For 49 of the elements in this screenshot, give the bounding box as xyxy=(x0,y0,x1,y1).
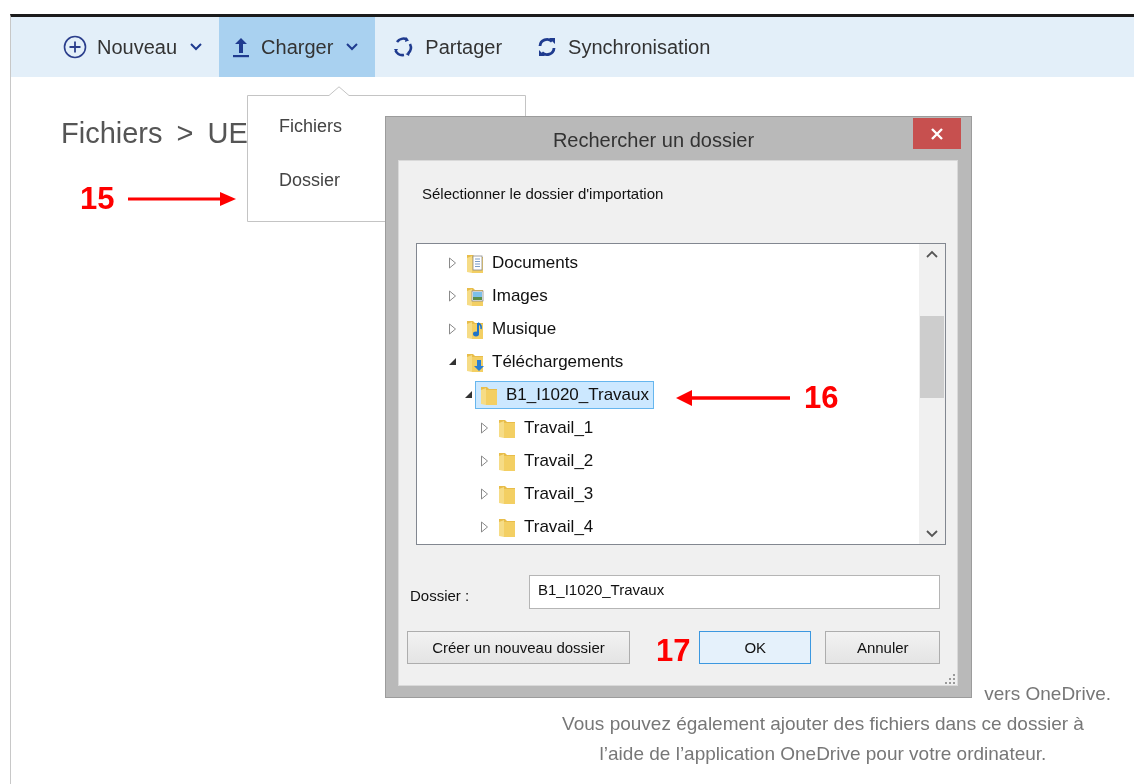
scroll-up-icon[interactable] xyxy=(926,250,938,258)
collapsed-arrow-icon[interactable] xyxy=(447,289,457,302)
breadcrumb-item[interactable]: UE xyxy=(207,117,248,150)
collapsed-arrow-icon[interactable] xyxy=(479,421,489,434)
scroll-thumb[interactable] xyxy=(920,316,944,398)
tree-item[interactable]: Travail_3 xyxy=(493,479,599,508)
drop-hint-line: Vous pouvez également ajouter des fichiers dans ce dossier à xyxy=(561,712,1085,736)
menu-item[interactable]: Dossier xyxy=(247,166,377,220)
step-number: 15 xyxy=(80,181,115,217)
tree-item[interactable]: Travail_4 xyxy=(493,512,599,541)
tree-item[interactable]: Musique xyxy=(461,314,562,343)
collapsed-arrow-icon[interactable] xyxy=(479,520,489,533)
collapsed-arrow-icon[interactable] xyxy=(479,454,489,467)
resize-grip-icon[interactable] xyxy=(945,674,955,684)
close-button[interactable] xyxy=(913,118,961,149)
expanded-arrow-icon[interactable] xyxy=(447,357,457,366)
tree-item[interactable]: Images xyxy=(461,281,553,310)
tree-item[interactable]: Documents xyxy=(461,248,583,277)
collapsed-arrow-icon[interactable] xyxy=(447,256,457,269)
step-number: 17 xyxy=(656,633,691,669)
expanded-arrow-icon[interactable] xyxy=(463,390,473,399)
toolbar-button[interactable]: Nouveau xyxy=(51,17,220,77)
dialog-button[interactable]: OK xyxy=(698,631,812,664)
toolbar-button[interactable]: Charger xyxy=(219,17,376,77)
step-number: 16 xyxy=(804,380,839,416)
breadcrumb-item[interactable]: Fichiers xyxy=(61,117,163,150)
collapsed-arrow-icon[interactable] xyxy=(479,487,489,500)
dialog-button[interactable]: Annuler xyxy=(825,631,940,664)
dialog-button[interactable]: Créer un nouveau dossier xyxy=(407,631,630,664)
folder-field[interactable]: B1_I1020_Travaux xyxy=(529,575,940,609)
drop-hint-line: vers OneDrive. xyxy=(983,682,1112,706)
tree-item[interactable]: Travail_1 xyxy=(493,413,599,442)
toolbar-button[interactable]: Synchronisation xyxy=(524,17,727,77)
scrollbar[interactable] xyxy=(919,244,945,544)
upload-icon xyxy=(231,36,252,58)
breadcrumb-separator: > xyxy=(176,117,194,150)
tree-item[interactable]: B1_I1020_Travaux xyxy=(475,380,655,409)
field-label: Dossier : xyxy=(410,585,471,604)
toolbar-button[interactable]: Partager xyxy=(379,17,519,77)
dialog-title: Rechercher un dossier xyxy=(551,128,756,152)
collapsed-arrow-icon[interactable] xyxy=(447,322,457,335)
close-icon xyxy=(930,126,944,141)
scroll-down-icon[interactable] xyxy=(926,530,938,538)
menu-item[interactable]: Fichiers xyxy=(247,112,377,166)
tree-item[interactable]: Téléchargements xyxy=(461,347,629,376)
dialog-prompt: Sélectionner le dossier d'importation xyxy=(422,185,665,202)
drop-hint-line: l’aide de l’application OneDrive pour votre ordinateur. xyxy=(598,742,1048,766)
plus-circle-icon xyxy=(63,35,87,59)
tree-item[interactable]: Travail_2 xyxy=(493,446,599,475)
